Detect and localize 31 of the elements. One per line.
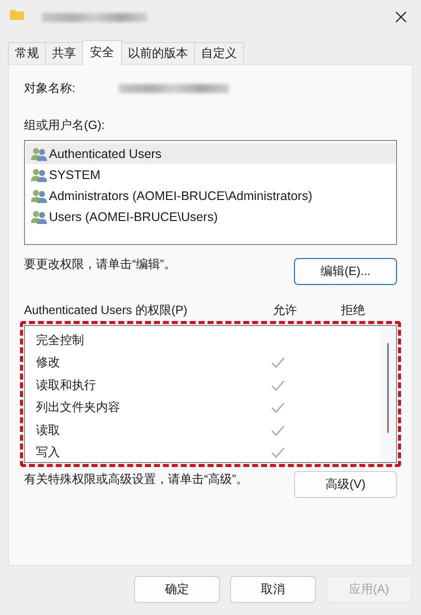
permission-name: 读取 [36, 422, 61, 439]
user-item[interactable]: Users (AOMEI-BRUCE\Users) [26, 206, 395, 227]
folder-icon [10, 8, 24, 20]
users-icon [31, 210, 47, 224]
deny-column-header: 拒绝 [340, 302, 366, 318]
users-icon [31, 168, 47, 182]
user-item[interactable]: Administrators (AOMEI-BRUCE\Administrators) [26, 185, 395, 206]
user-item[interactable]: Authenticated Users [26, 143, 395, 164]
edit-button[interactable]: 编辑(E)... [294, 258, 397, 285]
users-icon [31, 146, 47, 160]
permission-name: 读取和执行 [36, 376, 97, 394]
dialog-button[interactable]: 取消 [230, 576, 316, 603]
permission-name: 修改 [36, 354, 61, 372]
object-name-label: 对象名称: [24, 80, 76, 96]
tab[interactable]: 安全 [82, 40, 122, 65]
tab[interactable]: 常规 [8, 42, 46, 64]
scrollbar-thumb[interactable] [387, 343, 389, 433]
allow-column-header: 允许 [272, 302, 298, 318]
permissions-title: Authenticated Users 的权限(P) [24, 302, 188, 318]
close-icon[interactable] [395, 11, 407, 23]
users-icon [31, 188, 47, 202]
permission-name: 列出文件夹内容 [36, 399, 121, 416]
permission-name: 写入 [36, 444, 61, 462]
tab[interactable]: 自定义 [194, 42, 244, 64]
dialog-button[interactable]: 确定 [134, 576, 220, 603]
permission-name: 完全控制 [36, 332, 85, 349]
advanced-button[interactable]: 高级(V) [294, 471, 397, 498]
advanced-hint: 有关特殊权限或高级设置，请单击“高级”。 [24, 471, 248, 488]
user-item[interactable]: SYSTEM [26, 164, 395, 185]
edit-hint: 要更改权限，请单击“编辑”。 [24, 256, 176, 273]
groups-label: 组或用户名(G): [24, 117, 106, 134]
